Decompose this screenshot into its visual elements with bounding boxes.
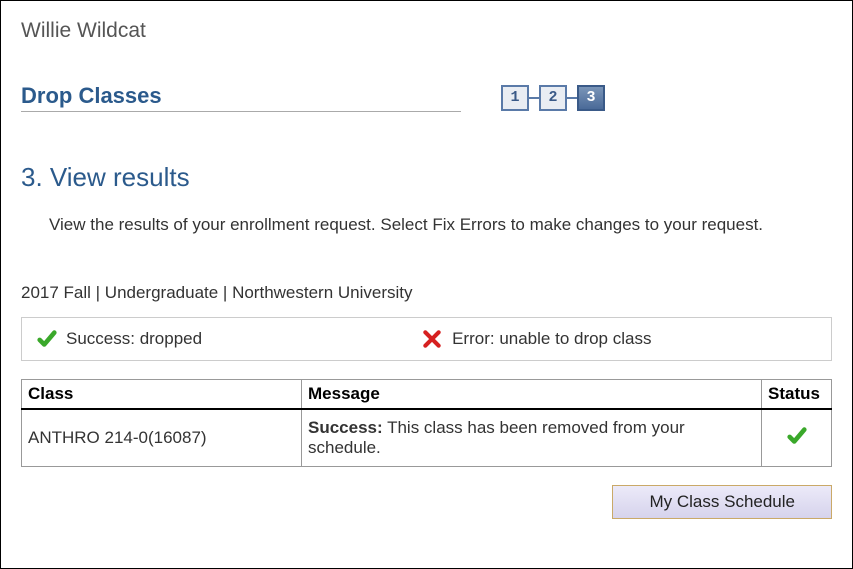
step-2: 2: [539, 85, 567, 111]
section-heading: 3. View results: [21, 162, 832, 193]
results-table: Class Message Status ANTHRO 214-0(16087)…: [21, 379, 832, 467]
cell-class: ANTHRO 214-0(16087): [22, 409, 302, 467]
message-prefix: Success:: [308, 418, 383, 437]
step-1: 1: [501, 85, 529, 111]
legend-success: Success: dropped: [36, 328, 202, 350]
legend-error: Error: unable to drop class: [422, 329, 651, 349]
step-indicator: 1 2 3: [501, 85, 605, 111]
col-status: Status: [762, 380, 832, 410]
title-row: Drop Classes 1 2 3: [21, 83, 832, 112]
step-separator: [567, 97, 577, 99]
student-name: Willie Wildcat: [21, 19, 832, 43]
step-separator: [529, 97, 539, 99]
button-row: My Class Schedule: [21, 485, 832, 519]
legend-box: Success: dropped Error: unable to drop c…: [21, 317, 832, 361]
table-header-row: Class Message Status: [22, 380, 832, 410]
instructions-text: View the results of your enrollment requ…: [49, 215, 832, 235]
step-3: 3: [577, 85, 605, 111]
col-class: Class: [22, 380, 302, 410]
page-container: Willie Wildcat Drop Classes 1 2 3 3. Vie…: [0, 0, 853, 569]
col-message: Message: [302, 380, 762, 410]
legend-success-label: Success: dropped: [66, 329, 202, 349]
page-title: Drop Classes: [21, 83, 461, 112]
my-class-schedule-button[interactable]: My Class Schedule: [612, 485, 832, 519]
cell-message: Success: This class has been removed fro…: [302, 409, 762, 467]
legend-error-label: Error: unable to drop class: [452, 329, 651, 349]
cell-status: [762, 409, 832, 467]
term-line: 2017 Fall | Undergraduate | Northwestern…: [21, 283, 832, 303]
check-icon: [786, 425, 808, 447]
x-icon: [422, 329, 442, 349]
table-row: ANTHRO 214-0(16087) Success: This class …: [22, 409, 832, 467]
check-icon: [36, 328, 58, 350]
